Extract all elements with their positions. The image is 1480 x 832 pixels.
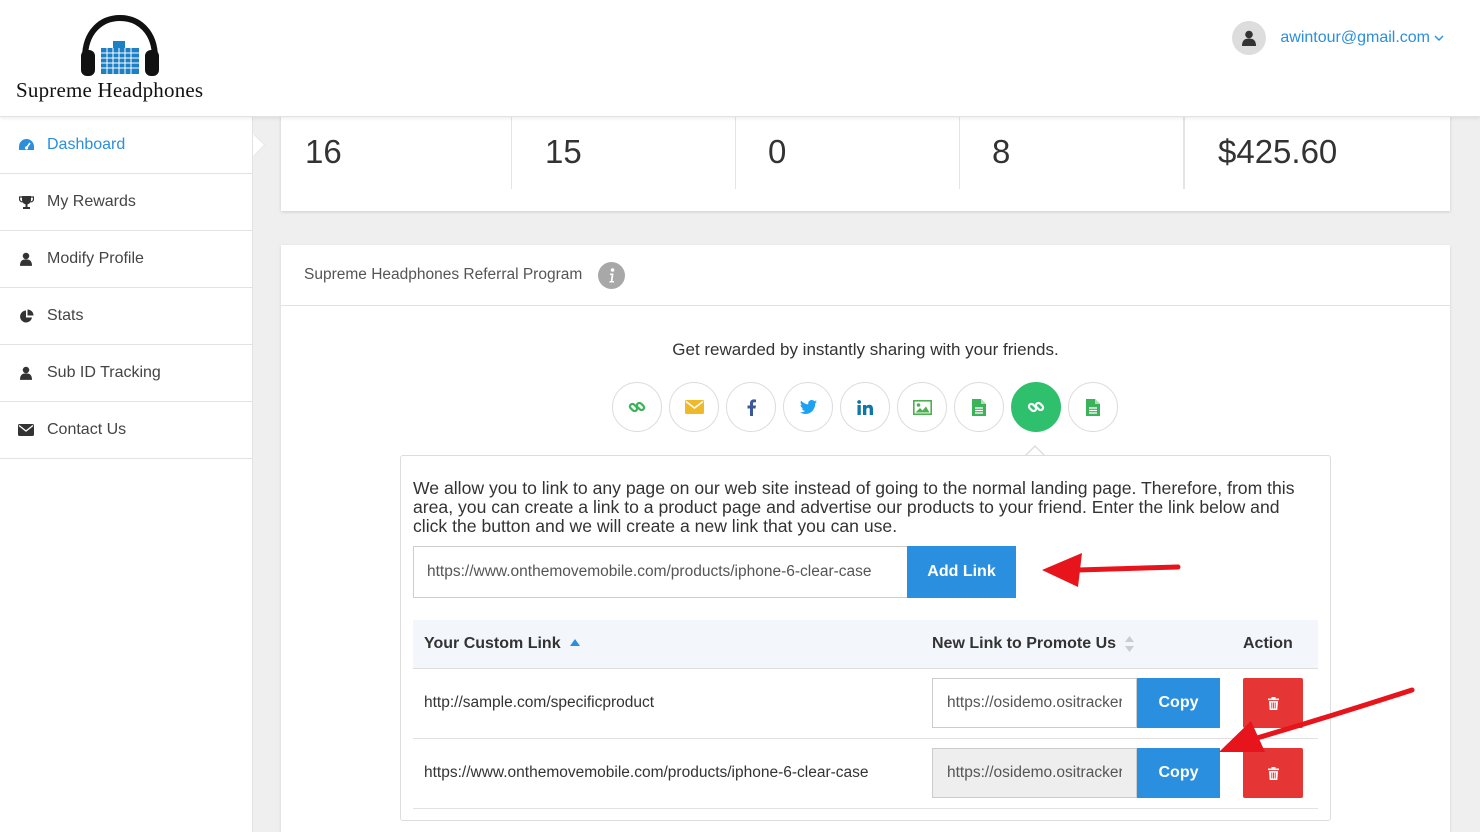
stat-value: 15 (545, 133, 582, 170)
custom-link-description: We allow you to link to any page on our … (413, 478, 1295, 536)
link-icon (628, 401, 646, 413)
share-custom-link-button[interactable] (1011, 382, 1061, 432)
copy-button[interactable]: Copy (1137, 678, 1220, 728)
share-document-button[interactable] (954, 382, 1004, 432)
panel-header: Supreme Headphones Referral Program (281, 245, 1450, 306)
custom-url-input[interactable] (413, 546, 907, 598)
trash-icon (1267, 766, 1279, 780)
email-icon (684, 400, 704, 414)
sidebar-item-sub-id-tracking[interactable]: Sub ID Tracking (0, 345, 252, 402)
trash-icon (1267, 696, 1279, 710)
column-label: Action (1243, 635, 1293, 652)
column-label: New Link to Promote Us (932, 635, 1117, 652)
table-row: http://sample.com/specificproduct Copy (413, 669, 1318, 739)
user-icon (17, 366, 35, 380)
share-linkedin-button[interactable] (840, 382, 890, 432)
stat-card: 8 (960, 117, 1184, 189)
info-icon[interactable] (598, 261, 626, 289)
stat-card: 15 (512, 117, 736, 189)
add-link-form: Add Link (413, 546, 1016, 598)
envelope-icon (17, 424, 35, 436)
stat-card: 0 (736, 117, 960, 189)
copy-button[interactable]: Copy (1137, 748, 1220, 798)
sort-icon (1125, 636, 1135, 652)
document-icon (972, 398, 986, 416)
column-action: Action (1243, 635, 1293, 653)
stat-card: 16 (281, 117, 512, 189)
pie-chart-icon (17, 309, 35, 324)
share-twitter-button[interactable] (783, 382, 833, 432)
sidebar-item-contact-us[interactable]: Contact Us (0, 402, 252, 459)
share-tagline: Get rewarded by instantly sharing with y… (672, 340, 1059, 359)
sidebar-item-label: Dashboard (47, 136, 126, 153)
brand-name: Supreme Headphones (16, 78, 204, 102)
promo-link-field[interactable] (932, 748, 1137, 798)
sidebar-item-label: Contact Us (47, 421, 127, 438)
sidebar-item-my-rewards[interactable]: My Rewards (0, 174, 252, 231)
stat-value: 16 (305, 133, 342, 170)
table-header: Your Custom Link New Link to Promote Us … (413, 620, 1318, 669)
sidebar-item-label: My Rewards (47, 193, 136, 210)
document-icon (1086, 398, 1100, 416)
stat-value: 8 (992, 133, 1011, 170)
link-icon (1027, 401, 1045, 413)
chevron-down-icon[interactable] (1434, 35, 1444, 42)
share-link-button[interactable] (612, 382, 662, 432)
column-label: Your Custom Link (424, 635, 561, 652)
column-promo-link[interactable]: New Link to Promote Us (932, 635, 1135, 653)
custom-links-table: Your Custom Link New Link to Promote Us … (413, 620, 1318, 809)
trophy-icon (17, 195, 35, 209)
user-menu[interactable]: awintour@gmail.com (1232, 20, 1444, 56)
sidebar: Dashboard My Rewards Modify Profile Stat… (0, 117, 253, 832)
twitter-icon (799, 400, 817, 414)
share-document-button[interactable] (1068, 382, 1118, 432)
stat-value: $425.60 (1218, 133, 1338, 170)
add-link-button[interactable]: Add Link (907, 546, 1016, 598)
sidebar-item-label: Modify Profile (47, 250, 144, 267)
stat-value: 0 (768, 133, 787, 170)
sidebar-item-dashboard[interactable]: Dashboard (0, 117, 252, 174)
sidebar-item-modify-profile[interactable]: Modify Profile (0, 231, 252, 288)
sidebar-item-label: Stats (47, 307, 84, 324)
share-image-button[interactable] (897, 382, 947, 432)
delete-button[interactable] (1243, 748, 1303, 798)
sidebar-item-stats[interactable]: Stats (0, 288, 252, 345)
facebook-icon (747, 398, 756, 416)
referral-panel: Supreme Headphones Referral Program Get … (281, 245, 1450, 832)
share-facebook-button[interactable] (726, 382, 776, 432)
user-icon (17, 252, 35, 266)
avatar[interactable] (1232, 21, 1267, 55)
promo-link-field[interactable] (932, 678, 1137, 728)
user-email[interactable]: awintour@gmail.com (1280, 29, 1430, 47)
custom-link-box: We allow you to link to any page on our … (400, 455, 1331, 821)
share-email-button[interactable] (669, 382, 719, 432)
brand-logo[interactable]: Supreme Headphones (16, 14, 228, 104)
sort-asc-icon (569, 638, 580, 646)
table-row: https://www.onthemovemobile.com/products… (413, 739, 1318, 809)
custom-link-cell: https://www.onthemovemobile.com/products… (424, 764, 869, 781)
delete-button[interactable] (1243, 678, 1303, 728)
headphones-logo-icon (81, 14, 159, 76)
image-icon (912, 399, 932, 415)
top-header: Supreme Headphones awintour@gmail.com (0, 0, 1480, 117)
dashboard-icon (17, 138, 35, 152)
sidebar-item-label: Sub ID Tracking (47, 364, 161, 381)
custom-link-cell: http://sample.com/specificproduct (424, 694, 655, 711)
panel-title: Supreme Headphones Referral Program (304, 266, 583, 283)
linkedin-icon (857, 399, 873, 415)
column-custom-link[interactable]: Your Custom Link (424, 635, 580, 653)
stat-card: $425.60 (1184, 117, 1450, 189)
tab-pointer-inner (1027, 447, 1043, 455)
user-icon (1242, 30, 1257, 46)
